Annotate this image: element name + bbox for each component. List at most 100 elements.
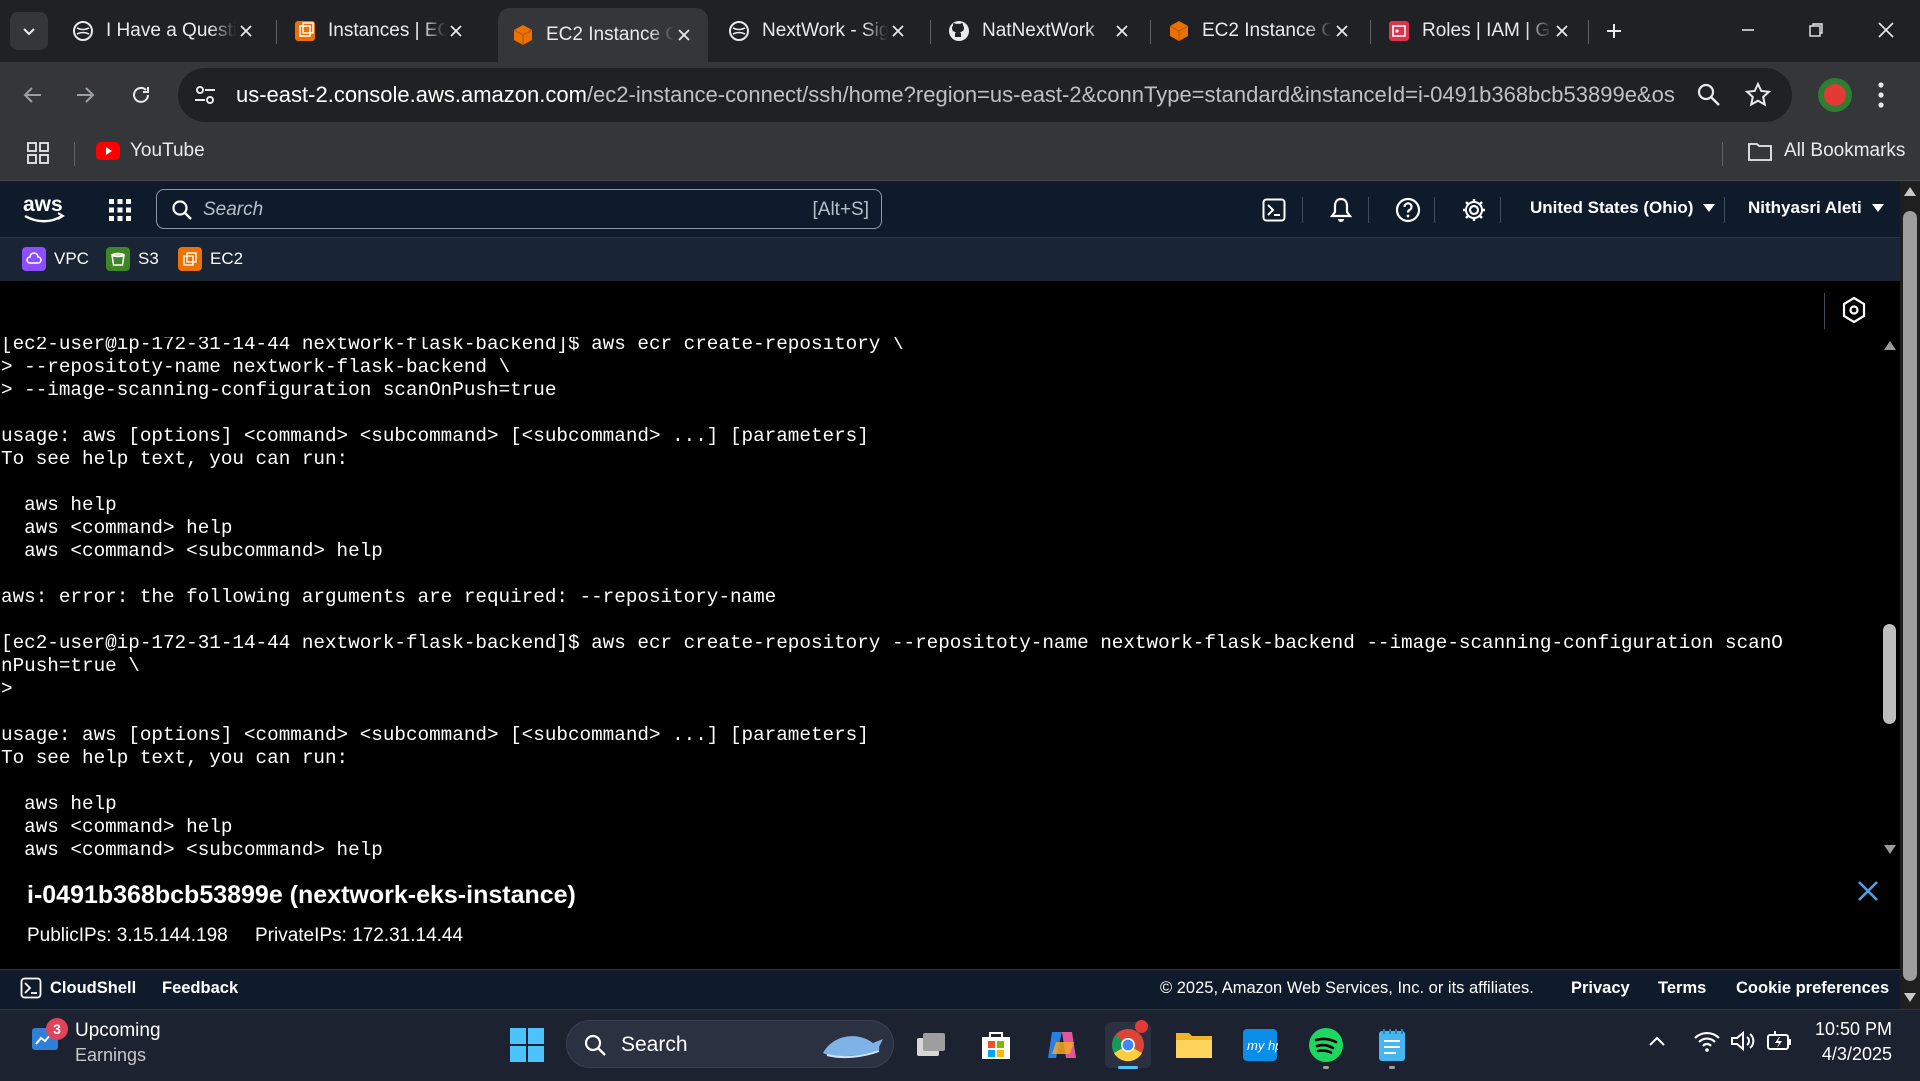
clock-date[interactable]: 4/3/2025	[1814, 1044, 1892, 1065]
close-icon[interactable]	[446, 21, 466, 41]
cloudshell-icon[interactable]	[1262, 198, 1286, 227]
arrow-left-icon	[23, 87, 41, 103]
wifi-icon[interactable]	[1694, 1030, 1720, 1057]
favorite-ec2[interactable]: EC2	[178, 247, 243, 271]
terminal-scrollbar[interactable]	[1880, 337, 1900, 859]
widget-subtitle: Earnings	[75, 1045, 147, 1065]
apps-grid-icon[interactable]	[26, 141, 50, 170]
services-menu-icon[interactable]	[108, 198, 132, 227]
site-info-icon[interactable]	[192, 82, 218, 113]
clock-time[interactable]: 10:50 PM	[1814, 1019, 1892, 1040]
widgets-button[interactable]: 3	[30, 1018, 68, 1059]
help-icon[interactable]	[1395, 197, 1421, 228]
back-button[interactable]	[14, 76, 52, 114]
volume-icon[interactable]	[1730, 1030, 1756, 1057]
browser-toolbar: us-east-2.console.aws.amazon.com/ec2-ins…	[0, 62, 1920, 128]
myhp-button[interactable]: my hp	[1237, 1022, 1283, 1068]
aws-logo[interactable]: aws	[22, 191, 66, 230]
myhp-icon: my hp	[1243, 1029, 1278, 1061]
terminal-output[interactable]: [ec2-user@ip-172-31-14-44 nextwork-flask…	[0, 337, 1880, 859]
close-info-panel-button[interactable]	[1856, 879, 1880, 908]
privacy-link[interactable]: Privacy	[1571, 979, 1630, 998]
instance-ips: PublicIPs: 3.15.144.198 PrivateIPs: 172.…	[27, 925, 485, 947]
chrome-button[interactable]	[1105, 1020, 1151, 1069]
reload-button[interactable]	[122, 76, 160, 114]
cloudshell-button[interactable]: CloudShell	[20, 977, 136, 999]
plus-icon	[1607, 24, 1621, 38]
notifications-bell-icon[interactable]	[1329, 197, 1353, 228]
cloudshell-label: CloudShell	[50, 978, 137, 997]
favorite-vpc[interactable]: VPC	[22, 247, 89, 271]
account-menu[interactable]: Nithyasri Aleti	[1748, 198, 1884, 218]
browser-tab[interactable]: NextWork - Sign	[714, 8, 922, 54]
widget-title: Upcoming	[75, 1020, 161, 1041]
settings-gear-icon[interactable]	[1461, 197, 1487, 228]
close-icon[interactable]	[1112, 21, 1132, 41]
terms-link[interactable]: Terms	[1658, 979, 1706, 998]
close-icon[interactable]	[1552, 21, 1572, 41]
file-explorer-button[interactable]	[1171, 1022, 1217, 1068]
spotify-button[interactable]	[1303, 1022, 1349, 1069]
more-menu-icon[interactable]	[1876, 80, 1886, 115]
page-scrollbar[interactable]	[1900, 181, 1920, 1009]
start-button[interactable]	[504, 1022, 550, 1068]
browser-tab[interactable]: Roles | IAM | Global	[1374, 8, 1586, 54]
bookmark-youtube[interactable]: YouTube	[96, 140, 205, 162]
public-ips: PublicIPs: 3.15.144.198	[27, 925, 228, 946]
dolphin-illustration-icon	[823, 1036, 883, 1059]
browser-tab[interactable]: I Have a Question	[58, 8, 270, 54]
folder-icon	[1748, 143, 1772, 161]
feedback-link[interactable]: Feedback	[162, 979, 238, 998]
terminal-scroll-thumb[interactable]	[1883, 624, 1896, 724]
ec2-icon	[178, 247, 202, 271]
tab-title: NatNextWork	[982, 20, 1095, 41]
browser-tab[interactable]: NatNextWork	[934, 8, 1146, 54]
profile-avatar[interactable]	[1818, 78, 1852, 112]
bookmark-star-icon[interactable]	[1744, 81, 1772, 114]
favorite-s3[interactable]: S3	[106, 247, 159, 271]
browser-tab-active[interactable]: EC2 Instance Connect	[498, 8, 708, 62]
url-text: us-east-2.console.aws.amazon.com/ec2-ins…	[236, 82, 1676, 107]
terminal-settings-icon[interactable]	[1842, 296, 1866, 328]
aws-cube-icon	[513, 25, 533, 45]
instance-title: i-0491b368bcb53899e (nextwork-eks-instan…	[27, 881, 576, 909]
battery-charging-icon[interactable]	[1766, 1029, 1794, 1058]
svg-text:my hp: my hp	[1247, 1038, 1278, 1053]
chevron-down-icon	[23, 28, 35, 36]
close-icon[interactable]	[888, 21, 908, 41]
task-view-button[interactable]	[908, 1022, 954, 1068]
close-icon[interactable]	[236, 21, 256, 41]
new-tab-button[interactable]	[1597, 14, 1631, 48]
spotify-icon	[1309, 1028, 1343, 1062]
forward-button[interactable]	[66, 76, 104, 114]
cookie-preferences-link[interactable]: Cookie preferences	[1736, 979, 1889, 998]
aws-search-input[interactable]: Search [Alt+S]	[156, 189, 882, 229]
tab-title: I Have a Question	[106, 20, 236, 41]
folder-icon	[1176, 1033, 1212, 1058]
close-icon	[1858, 881, 1878, 901]
taskbar-search[interactable]: Search	[566, 1020, 894, 1068]
tab-search-button[interactable]	[10, 12, 48, 50]
region-selector[interactable]: United States (Ohio)	[1530, 198, 1716, 218]
microsoft-store-button[interactable]	[973, 1022, 1019, 1068]
zoom-search-icon[interactable]	[1696, 82, 1722, 113]
close-window-button[interactable]	[1866, 12, 1906, 48]
chevron-up-icon[interactable]	[1648, 1034, 1666, 1052]
page-scroll-thumb[interactable]	[1903, 211, 1917, 981]
close-icon[interactable]	[674, 25, 694, 45]
browser-tab[interactable]: EC2 Instance Connect	[1154, 8, 1366, 54]
aws-iam-icon	[1389, 21, 1409, 41]
all-bookmarks-button[interactable]: All Bookmarks	[1748, 140, 1905, 162]
tab-title: NextWork - Sign	[762, 20, 888, 41]
restore-button[interactable]	[1796, 12, 1836, 48]
widget-badge: 3	[46, 1018, 68, 1040]
close-icon[interactable]	[1332, 21, 1352, 41]
notepad-button[interactable]	[1369, 1022, 1415, 1069]
copilot-button[interactable]	[1039, 1022, 1085, 1068]
browser-tab[interactable]: Instances | EC2	[280, 8, 480, 54]
favorite-label: EC2	[210, 249, 244, 268]
all-bookmarks-label: All Bookmarks	[1784, 140, 1906, 161]
search-shortcut: [Alt+S]	[812, 199, 870, 220]
tab-title: Roles | IAM | Global	[1422, 20, 1552, 41]
minimize-button[interactable]	[1728, 12, 1768, 48]
